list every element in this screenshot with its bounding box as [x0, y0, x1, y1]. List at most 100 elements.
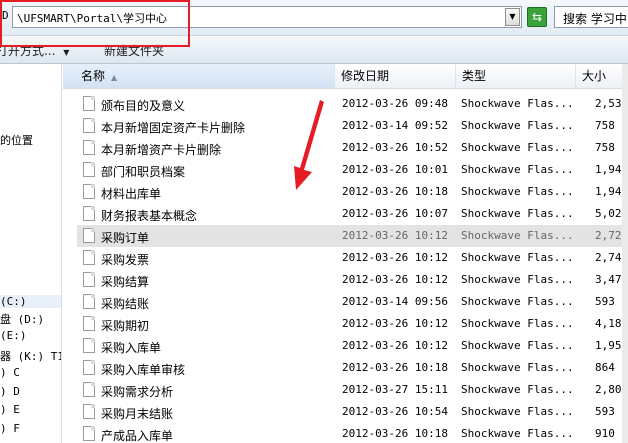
file-date: 2012-03-26 10:18 — [342, 361, 448, 374]
file-type: Shockwave Flas... — [461, 97, 574, 110]
file-icon — [83, 96, 95, 111]
nav-item[interactable]: 器 (K:) T1- — [0, 348, 61, 364]
file-row[interactable]: 采购入库单 2012-03-26 10:12 Shockwave Flas... 1,… — [77, 335, 628, 357]
search-input[interactable]: 搜索 学习中 — [554, 6, 628, 28]
file-type: Shockwave Flas... — [461, 317, 574, 330]
file-icon — [83, 316, 95, 331]
file-name: 财务报表基本概念 — [101, 209, 198, 223]
file-row[interactable]: 颁布目的及意义 2012-03-26 09:48 Shockwave Flas...… — [77, 93, 628, 115]
file-size: 593 — [595, 405, 615, 418]
file-date: 2012-03-14 09:52 — [342, 119, 448, 132]
file-name: 本月新增资产卡片删除 — [101, 143, 222, 157]
file-size: 758 — [595, 119, 615, 132]
column-date-label: 修改日期 — [341, 69, 390, 83]
file-name: 颁布目的及意义 — [101, 99, 186, 113]
file-name: 部门和职员档案 — [101, 165, 186, 179]
nav-item[interactable]: (E:) — [0, 329, 27, 342]
file-icon — [83, 404, 95, 419]
file-type: Shockwave Flas... — [461, 339, 574, 352]
file-row[interactable]: 采购结算 2012-03-26 10:12 Shockwave Flas... 3,4… — [77, 269, 628, 291]
file-row[interactable]: 采购期初 2012-03-26 10:12 Shockwave Flas... 4,1… — [77, 313, 628, 335]
file-date: 2012-03-27 15:11 — [342, 383, 448, 396]
column-header-size[interactable]: 大小 — [576, 64, 628, 88]
file-row[interactable]: 采购结账 2012-03-14 09:56 Shockwave Flas... 593 — [77, 291, 628, 313]
file-date: 2012-03-14 09:56 — [342, 295, 448, 308]
nav-item[interactable]: ) F — [0, 422, 20, 435]
file-icon — [83, 382, 95, 397]
file-row[interactable]: 产成品入库单 2012-03-26 10:18 Shockwave Flas... 9… — [77, 423, 628, 443]
nav-item[interactable]: ) E — [0, 403, 20, 416]
chevron-down-icon: ▼ — [509, 12, 516, 21]
vertical-scrollbar[interactable] — [622, 64, 628, 443]
file-name: 采购需求分析 — [101, 385, 174, 399]
file-type: Shockwave Flas... — [461, 273, 574, 286]
file-row[interactable]: 本月新增资产卡片删除 2012-03-26 10:52 Shockwave Flas… — [77, 137, 628, 159]
file-date: 2012-03-26 10:12 — [342, 229, 448, 242]
file-row[interactable]: 采购月末结账 2012-03-26 10:54 Shockwave Flas... 5… — [77, 401, 628, 423]
file-icon — [83, 184, 95, 199]
file-name: 产成品入库单 — [101, 429, 174, 443]
file-date: 2012-03-26 10:54 — [342, 405, 448, 418]
file-name: 采购月末结账 — [101, 407, 174, 421]
annotation-highlight-box — [0, 0, 190, 47]
nav-item[interactable]: ) C — [0, 366, 20, 379]
file-date: 2012-03-26 10:12 — [342, 273, 448, 286]
file-icon — [83, 294, 95, 309]
file-date: 2012-03-26 10:18 — [342, 185, 448, 198]
file-name: 采购入库单审核 — [101, 363, 186, 377]
file-type: Shockwave Flas... — [461, 295, 574, 308]
file-name: 采购入库单 — [101, 341, 162, 355]
file-name: 采购订单 — [101, 231, 150, 245]
file-type: Shockwave Flas... — [461, 361, 574, 374]
file-icon — [83, 426, 95, 441]
file-type: Shockwave Flas... — [461, 251, 574, 264]
file-type: Shockwave Flas... — [461, 119, 574, 132]
file-icon — [83, 272, 95, 287]
column-header-name[interactable]: 名称 ▲ — [63, 64, 335, 88]
file-icon — [83, 140, 95, 155]
file-icon — [83, 250, 95, 265]
file-row[interactable]: 采购入库单审核 2012-03-26 10:18 Shockwave Flas...… — [77, 357, 628, 379]
sort-up-icon: ▲ — [111, 73, 118, 82]
column-header-row: 名称 ▲ 修改日期 类型 大小 — [63, 64, 628, 89]
file-date: 2012-03-26 10:07 — [342, 207, 448, 220]
column-header-type[interactable]: 类型 — [456, 64, 576, 88]
file-name: 采购结账 — [101, 297, 150, 311]
file-name: 采购发票 — [101, 253, 150, 267]
nav-item[interactable]: 盘 (D:) — [0, 311, 44, 327]
file-date: 2012-03-26 10:01 — [342, 163, 448, 176]
file-row[interactable]: 本月新增固定资产卡片删除 2012-03-14 09:52 Shockwave Fl… — [77, 115, 628, 137]
nav-item[interactable]: ) D — [0, 385, 20, 398]
file-icon — [83, 206, 95, 221]
file-size: 864 — [595, 361, 615, 374]
file-type: Shockwave Flas... — [461, 163, 574, 176]
file-icon — [83, 338, 95, 353]
file-type: Shockwave Flas... — [461, 405, 574, 418]
refresh-icon: ⇆ — [531, 10, 543, 24]
file-name: 本月新增固定资产卡片删除 — [101, 121, 246, 135]
refresh-button[interactable]: ⇆ — [527, 7, 547, 27]
column-header-date[interactable]: 修改日期 — [335, 64, 456, 88]
address-dropdown-button[interactable]: ▼ — [505, 8, 520, 26]
file-icon — [83, 360, 95, 375]
file-row[interactable]: 采购需求分析 2012-03-27 15:11 Shockwave Flas... 2… — [77, 379, 628, 401]
nav-item[interactable]: (C:) — [0, 295, 61, 308]
nav-item[interactable]: 的位置 — [0, 132, 33, 148]
column-size-label: 大小 — [582, 69, 607, 83]
file-date: 2012-03-26 10:18 — [342, 427, 448, 440]
file-type: Shockwave Flas... — [461, 427, 574, 440]
file-row[interactable]: 采购发票 2012-03-26 10:12 Shockwave Flas... 2,7… — [77, 247, 628, 269]
file-row[interactable]: 部门和职员档案 2012-03-26 10:01 Shockwave Flas...… — [77, 159, 628, 181]
file-type: Shockwave Flas... — [461, 383, 574, 396]
file-list: 颁布目的及意义 2012-03-26 09:48 Shockwave Flas...… — [63, 93, 628, 443]
file-size: 593 — [595, 295, 615, 308]
navigation-pane: 的位置 (C:) 盘 (D:) (E:) 器 (K:) T1- ) C ) D ) E ) F — [0, 64, 62, 443]
file-name: 材料出库单 — [101, 187, 162, 201]
file-row[interactable]: 材料出库单 2012-03-26 10:18 Shockwave Flas... 1,… — [77, 181, 628, 203]
file-row[interactable]: 采购订单 2012-03-26 10:12 Shockwave Flas... 2,7… — [77, 225, 628, 247]
column-type-label: 类型 — [462, 69, 487, 83]
file-icon — [83, 118, 95, 133]
file-type: Shockwave Flas... — [461, 141, 574, 154]
file-row[interactable]: 财务报表基本概念 2012-03-26 10:07 Shockwave Flas..… — [77, 203, 628, 225]
search-placeholder: 搜索 学习中 — [563, 12, 627, 26]
